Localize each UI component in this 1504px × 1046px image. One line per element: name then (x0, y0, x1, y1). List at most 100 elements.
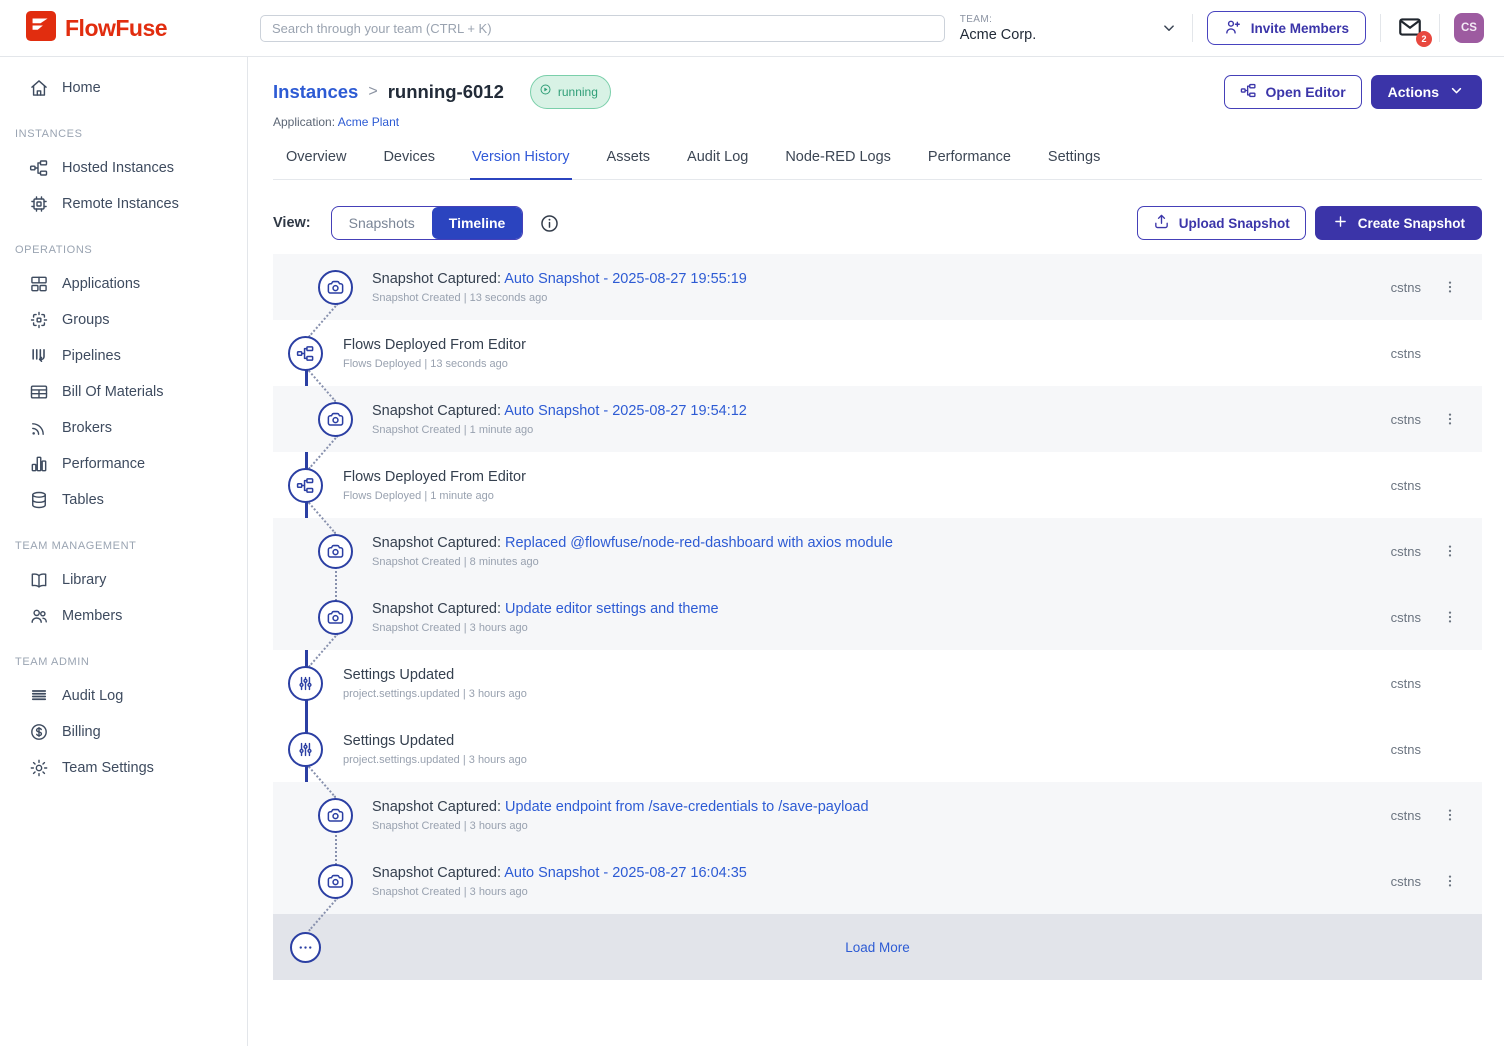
event-user: cstns (1391, 280, 1421, 295)
team-name: Acme Corp. (960, 27, 1037, 43)
application-link[interactable]: Acme Plant (338, 115, 399, 129)
info-icon[interactable] (539, 213, 560, 234)
create-snapshot-button[interactable]: Create Snapshot (1315, 206, 1482, 240)
sidebar-item-performance[interactable]: Performance (0, 446, 247, 482)
timeline-connector (335, 567, 337, 601)
invite-members-button[interactable]: Invite Members (1207, 11, 1366, 45)
timeline-rows: Snapshot Captured: Auto Snapshot - 2025-… (273, 254, 1482, 980)
search-input[interactable] (260, 15, 945, 42)
snapshot-link[interactable]: Replaced @flowfuse/node-red-dashboard wi… (505, 535, 893, 551)
toggle-timeline[interactable]: Timeline (432, 207, 523, 239)
create-snapshot-label: Create Snapshot (1358, 216, 1465, 231)
team-selector[interactable]: TEAM: Acme Corp. (960, 14, 1178, 43)
tab-settings[interactable]: Settings (1046, 149, 1102, 179)
sidebar-section-label: TEAM MANAGEMENT (0, 540, 247, 552)
event-meta: Snapshot Created | 3 hours ago (372, 622, 719, 634)
toggle-snapshots[interactable]: Snapshots (332, 207, 432, 239)
kebab-menu-icon[interactable] (1442, 411, 1458, 427)
tab-performance[interactable]: Performance (926, 149, 1013, 179)
top-header: FlowFuse TEAM: Acme Corp. Invite Members… (0, 0, 1504, 57)
event-title: Snapshot Captured: (372, 271, 501, 287)
event-user: cstns (1391, 478, 1421, 493)
sidebar-item-label: Groups (62, 312, 110, 328)
kebab-menu-icon[interactable] (1442, 807, 1458, 823)
running-status-icon (539, 79, 552, 105)
tab-node-red-logs[interactable]: Node-RED Logs (783, 149, 893, 179)
sidebar-item-library[interactable]: Library (0, 562, 247, 598)
sidebar-item-home[interactable]: Home (0, 70, 247, 106)
open-editor-button[interactable]: Open Editor (1224, 75, 1362, 109)
notifications-button[interactable]: 2 (1395, 13, 1425, 43)
status-badge: running (530, 75, 611, 109)
upload-icon (1153, 213, 1170, 233)
snapshot-link[interactable]: Auto Snapshot - 2025-08-27 16:04:35 (504, 865, 747, 881)
kebab-menu-icon[interactable] (1442, 609, 1458, 625)
nodes-icon (29, 158, 49, 178)
tab-devices[interactable]: Devices (381, 149, 437, 179)
tab-assets[interactable]: Assets (605, 149, 653, 179)
actions-button[interactable]: Actions (1371, 75, 1482, 109)
sidebar-item-team-settings[interactable]: Team Settings (0, 750, 247, 786)
sidebar-item-members[interactable]: Members (0, 598, 247, 634)
sidebar-item-remote-instances[interactable]: Remote Instances (0, 186, 247, 222)
snapshot-link[interactable]: Auto Snapshot - 2025-08-27 19:54:12 (504, 403, 747, 419)
view-actions: Upload Snapshot Create Snapshot (1137, 206, 1482, 240)
event-title: Snapshot Captured: (372, 403, 501, 419)
event-meta: project.settings.updated | 3 hours ago (343, 688, 527, 700)
sidebar-item-label: Pipelines (62, 348, 121, 364)
event-user: cstns (1391, 346, 1421, 361)
event-meta: Snapshot Created | 1 minute ago (372, 424, 747, 436)
timeline-row: Snapshot Captured: Update endpoint from … (273, 782, 1482, 848)
event-title: Settings Updated (343, 667, 454, 683)
sidebar-item-label: Home (62, 80, 101, 96)
breadcrumb: Instances > running-6012 running (273, 75, 611, 109)
flowfuse-logo[interactable]: FlowFuse (26, 11, 260, 46)
tab-overview[interactable]: Overview (284, 149, 348, 179)
main-content: Instances > running-6012 running Applica… (248, 57, 1504, 1046)
event-meta: project.settings.updated | 3 hours ago (343, 754, 527, 766)
sidebar-section-label: INSTANCES (0, 128, 247, 140)
sidebar-item-billing[interactable]: Billing (0, 714, 247, 750)
snapshot-link[interactable]: Update editor settings and theme (505, 601, 719, 617)
header-divider (1380, 14, 1381, 42)
dollar-icon (29, 722, 49, 742)
event-user: cstns (1391, 544, 1421, 559)
upload-snapshot-label: Upload Snapshot (1179, 216, 1290, 231)
sidebar-item-label: Members (62, 608, 122, 624)
timeline-connector (335, 831, 337, 865)
sidebar-item-applications[interactable]: Applications (0, 266, 247, 302)
event-title: Snapshot Captured: (372, 601, 501, 617)
kebab-menu-icon[interactable] (1442, 873, 1458, 889)
sidebar-item-audit-log[interactable]: Audit Log (0, 678, 247, 714)
event-title: Snapshot Captured: (372, 865, 501, 881)
timeline-row: Snapshot Captured: Auto Snapshot - 2025-… (273, 848, 1482, 914)
sidebar-item-tables[interactable]: Tables (0, 482, 247, 518)
book-icon (29, 570, 49, 590)
sidebar-item-groups[interactable]: Groups (0, 302, 247, 338)
snapshot-link[interactable]: Auto Snapshot - 2025-08-27 19:55:19 (504, 271, 747, 287)
instance-tabs: Overview Devices Version History Assets Audi… (273, 149, 1482, 180)
sidebar-item-hosted-instances[interactable]: Hosted Instances (0, 150, 247, 186)
sliders-icon (288, 666, 323, 701)
sidebar-item-brokers[interactable]: Brokers (0, 410, 247, 446)
chip2-icon (29, 310, 49, 330)
team-label: TEAM: (960, 14, 1037, 25)
database-icon (29, 490, 49, 510)
snapshot-link[interactable]: Update endpoint from /save-credentials t… (505, 799, 869, 815)
sidebar-item-bill-of-materials[interactable]: Bill Of Materials (0, 374, 247, 410)
sidebar-item-pipelines[interactable]: Pipelines (0, 338, 247, 374)
upload-snapshot-button[interactable]: Upload Snapshot (1137, 206, 1306, 240)
view-toggle: Snapshots Timeline (331, 206, 524, 240)
timeline-row: Flows Deployed From Editor Flows Deploye… (273, 320, 1482, 386)
kebab-menu-icon[interactable] (1442, 543, 1458, 559)
user-avatar[interactable]: CS (1454, 13, 1484, 43)
breadcrumb-instances-link[interactable]: Instances (273, 79, 358, 105)
load-more-link[interactable]: Load More (273, 940, 1482, 955)
event-meta: Snapshot Created | 3 hours ago (372, 820, 869, 832)
flowfuse-logo-icon (26, 11, 56, 46)
tab-audit-log[interactable]: Audit Log (685, 149, 750, 179)
sidebar-item-label: Billing (62, 724, 101, 740)
kebab-menu-icon[interactable] (1442, 279, 1458, 295)
camera-icon (318, 798, 353, 833)
tab-version-history[interactable]: Version History (470, 149, 572, 180)
